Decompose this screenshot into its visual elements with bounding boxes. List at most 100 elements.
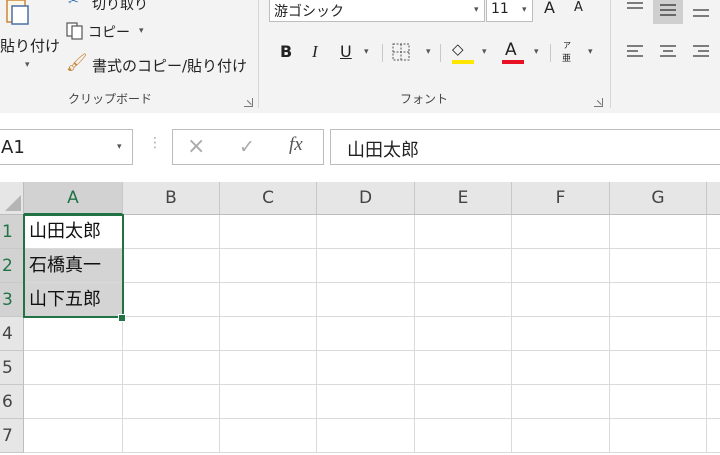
cell-c2[interactable]	[220, 249, 317, 283]
cell-f6[interactable]	[512, 385, 610, 419]
cell-e5[interactable]	[415, 351, 512, 385]
copy-dropdown-icon[interactable]: ▾	[139, 26, 144, 36]
cell-a6[interactable]	[24, 385, 123, 419]
column-header-d[interactable]: D	[317, 182, 415, 215]
cell-g7[interactable]	[610, 419, 707, 453]
name-box[interactable]: A1 ▾	[0, 129, 133, 165]
underline-button[interactable]: U ▾	[336, 40, 376, 64]
insert-function-icon[interactable]: fx	[289, 134, 303, 156]
paste-button[interactable]: 貼り付け ▾	[0, 0, 60, 80]
cell-d5[interactable]	[317, 351, 415, 385]
font-color-button[interactable]: A ▾	[500, 40, 544, 66]
cell-f2[interactable]	[512, 249, 610, 283]
cell-g5[interactable]	[610, 351, 707, 385]
font-name-dropdown-icon[interactable]: ▾	[474, 5, 479, 15]
cell-d2[interactable]	[317, 249, 415, 283]
borders-dropdown-icon[interactable]: ▾	[426, 47, 431, 57]
cell-c7[interactable]	[220, 419, 317, 453]
cut-button[interactable]: ✂ 切り取り	[64, 0, 164, 14]
cell-b1[interactable]	[123, 215, 220, 249]
cell-h3[interactable]	[707, 283, 720, 317]
cell-f1[interactable]	[512, 215, 610, 249]
clipboard-dialog-launcher-icon[interactable]	[244, 98, 253, 107]
cell-e7[interactable]	[415, 419, 512, 453]
cell-c4[interactable]	[220, 317, 317, 351]
cell-h7[interactable]	[707, 419, 720, 453]
cell-g2[interactable]	[610, 249, 707, 283]
cell-g6[interactable]	[610, 385, 707, 419]
cell-a5[interactable]	[24, 351, 123, 385]
cell-e4[interactable]	[415, 317, 512, 351]
format-painter-button[interactable]: 🖌 書式のコピー/貼り付け	[64, 50, 249, 76]
cell-a7[interactable]	[24, 419, 123, 453]
row-header-2[interactable]: 2	[0, 249, 24, 283]
borders-button[interactable]: ▾	[390, 40, 434, 64]
cell-d1[interactable]	[317, 215, 415, 249]
cell-a4[interactable]	[24, 317, 123, 351]
cell-f4[interactable]	[512, 317, 610, 351]
fill-color-dropdown-icon[interactable]: ▾	[482, 47, 487, 57]
align-left-button[interactable]	[622, 40, 648, 64]
cell-f3[interactable]	[512, 283, 610, 317]
cell-b3[interactable]	[123, 283, 220, 317]
phonetic-dropdown-icon[interactable]: ▾	[588, 47, 593, 57]
align-center-button[interactable]	[655, 40, 681, 64]
underline-dropdown-icon[interactable]: ▾	[364, 47, 369, 57]
cell-h4[interactable]	[707, 317, 720, 351]
grow-font-button[interactable]: A ^	[542, 0, 562, 20]
align-middle-button[interactable]	[653, 0, 683, 24]
cell-d7[interactable]	[317, 419, 415, 453]
fill-handle[interactable]	[118, 314, 126, 322]
font-dialog-launcher-icon[interactable]	[594, 98, 603, 107]
cell-b2[interactable]	[123, 249, 220, 283]
cell-e2[interactable]	[415, 249, 512, 283]
cell-e3[interactable]	[415, 283, 512, 317]
cell-a2[interactable]: 石橋真一	[24, 249, 123, 283]
phonetic-guide-button[interactable]: ア 亜 ▾	[556, 38, 600, 66]
column-header-c[interactable]: C	[220, 182, 317, 215]
paste-dropdown-icon[interactable]: ▾	[25, 60, 30, 70]
row-header-1[interactable]: 1	[0, 215, 24, 249]
cell-c5[interactable]	[220, 351, 317, 385]
cell-g4[interactable]	[610, 317, 707, 351]
cell-b5[interactable]	[123, 351, 220, 385]
cell-c6[interactable]	[220, 385, 317, 419]
cell-e6[interactable]	[415, 385, 512, 419]
cell-h5[interactable]	[707, 351, 720, 385]
cell-d6[interactable]	[317, 385, 415, 419]
italic-button[interactable]: I	[306, 40, 326, 64]
font-size-dropdown-icon[interactable]: ▾	[522, 5, 527, 15]
row-header-3[interactable]: 3	[0, 283, 24, 317]
font-size-combo[interactable]: 11 ▾	[486, 0, 533, 22]
bold-button[interactable]: B	[278, 40, 298, 64]
cell-a3[interactable]: 山下五郎	[24, 283, 123, 317]
cell-d4[interactable]	[317, 317, 415, 351]
column-header-a[interactable]: A	[24, 182, 123, 215]
cell-h6[interactable]	[707, 385, 720, 419]
column-header-h[interactable]	[707, 182, 720, 215]
row-header-7[interactable]: 7	[0, 419, 24, 453]
column-header-g[interactable]: G	[610, 182, 707, 215]
cell-b6[interactable]	[123, 385, 220, 419]
row-header-5[interactable]: 5	[0, 351, 24, 385]
row-header-4[interactable]: 4	[0, 317, 24, 351]
cell-e1[interactable]	[415, 215, 512, 249]
copy-button[interactable]: コピー ▾	[64, 20, 154, 42]
cell-a1[interactable]: 山田太郎	[24, 215, 123, 249]
font-name-combo[interactable]: 游ゴシック ▾	[269, 0, 485, 22]
shrink-font-button[interactable]: A ˇ	[572, 0, 592, 20]
column-header-f[interactable]: F	[512, 182, 610, 215]
select-all-corner[interactable]	[0, 182, 24, 215]
cell-h2[interactable]	[707, 249, 720, 283]
name-box-dropdown-icon[interactable]: ▾	[117, 142, 122, 152]
cell-g3[interactable]	[610, 283, 707, 317]
cell-c1[interactable]	[220, 215, 317, 249]
enter-icon[interactable]: ✓	[239, 136, 255, 158]
align-top-button[interactable]	[622, 0, 648, 22]
column-header-b[interactable]: B	[123, 182, 220, 215]
align-bottom-button[interactable]	[688, 0, 714, 24]
cell-h1[interactable]	[707, 215, 720, 249]
align-right-button[interactable]	[688, 40, 714, 64]
formula-input[interactable]: 山田太郎	[330, 129, 720, 165]
cell-d3[interactable]	[317, 283, 415, 317]
